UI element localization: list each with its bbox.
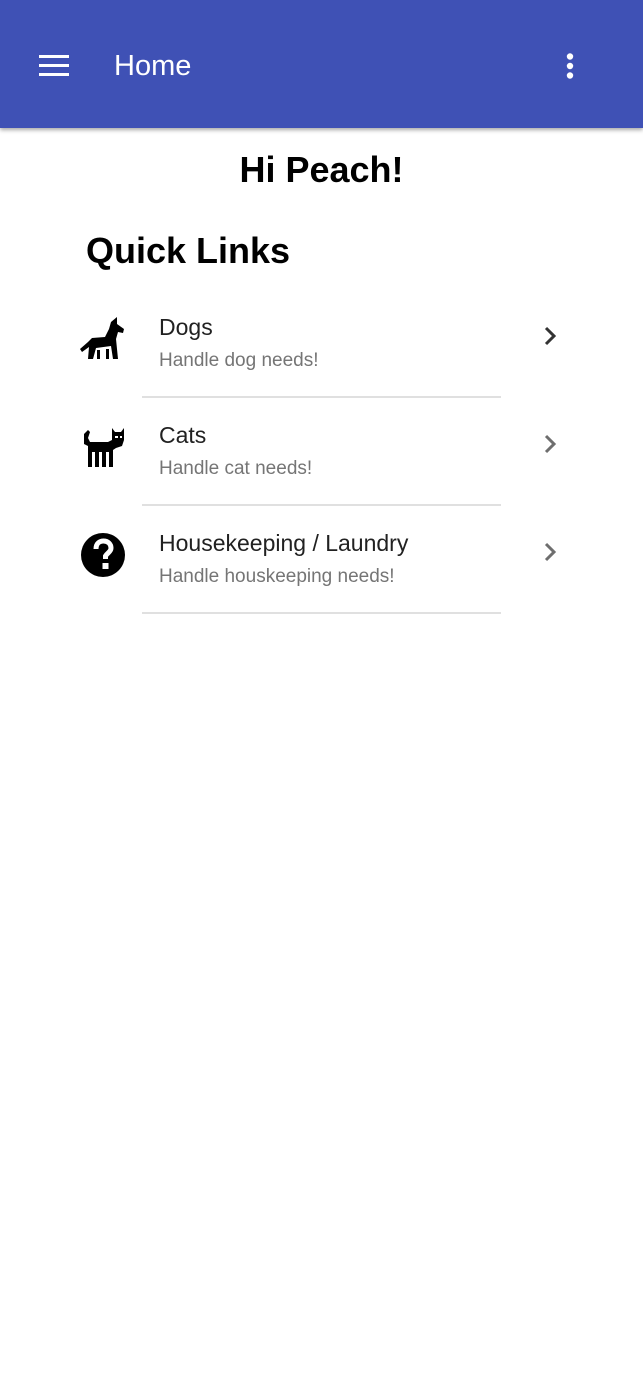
- quick-link-subtitle: Handle cat needs!: [159, 458, 313, 479]
- chevron-right-icon: [536, 538, 564, 566]
- quick-link-subtitle: Handle houskeeping needs!: [159, 566, 395, 587]
- app-bar: Home: [0, 0, 643, 128]
- quick-link-dogs[interactable]: Dogs Handle dog needs!: [60, 290, 582, 398]
- quick-link-subtitle: Handle dog needs!: [159, 350, 319, 371]
- more-options-button[interactable]: [544, 40, 596, 92]
- chevron-right-icon: [536, 430, 564, 458]
- cat-icon: [78, 422, 128, 472]
- dog-icon: [78, 314, 128, 364]
- menu-button[interactable]: [24, 36, 84, 96]
- help-circle-icon: [78, 530, 128, 580]
- quick-link-cats[interactable]: Cats Handle cat needs!: [60, 398, 582, 506]
- quick-link-title: Housekeeping / Laundry: [159, 530, 409, 556]
- quick-links-list: Dogs Handle dog needs! Cats Handle cat n…: [60, 290, 582, 614]
- list-divider: [142, 612, 501, 614]
- app-bar-title: Home: [114, 50, 192, 82]
- quick-link-housekeeping[interactable]: Housekeeping / Laundry Handle houskeepin…: [60, 506, 582, 614]
- greeting-heading: Hi Peach!: [239, 149, 404, 190]
- hamburger-menu-icon: [39, 55, 69, 76]
- chevron-right-icon: [536, 322, 564, 350]
- quick-links-title: Quick Links: [86, 230, 291, 271]
- quick-link-title: Dogs: [159, 314, 213, 340]
- more-vert-icon: [566, 53, 574, 79]
- quick-link-title: Cats: [159, 422, 207, 448]
